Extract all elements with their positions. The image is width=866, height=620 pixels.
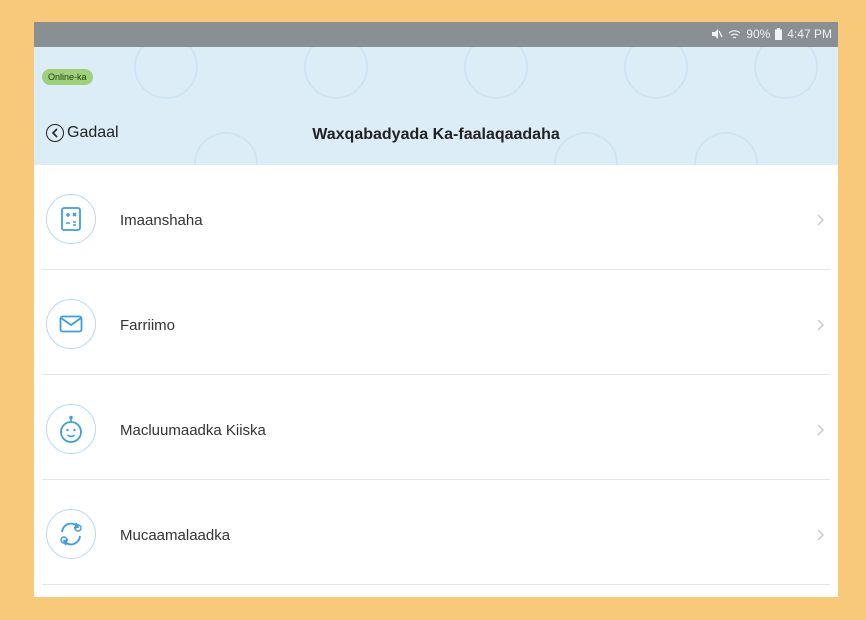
- baby-face-icon: [46, 404, 96, 454]
- battery-percent: 90%: [746, 27, 771, 41]
- device-screen: 90% 4:47 PM Online-ka Gadaal Waxqabadyad…: [34, 22, 838, 597]
- menu-item-mucaamalaadka[interactable]: Mucaamalaadka: [42, 480, 830, 585]
- menu-list: Imaanshaha Farriimo Macluumaadka Kiiska: [34, 165, 838, 585]
- decoration-circle: [754, 47, 818, 99]
- chevron-right-icon: [816, 423, 824, 441]
- chevron-right-icon: [816, 318, 824, 336]
- menu-item-farriimo[interactable]: Farriimo: [42, 270, 830, 375]
- calculator-icon: [46, 194, 96, 244]
- status-icons: 90% 4:47 PM: [711, 27, 832, 41]
- chevron-right-icon: [816, 213, 824, 231]
- wifi-icon: [728, 29, 741, 40]
- menu-item-imaanshaha[interactable]: Imaanshaha: [42, 165, 830, 270]
- battery-icon: [775, 28, 783, 40]
- envelope-icon: [46, 299, 96, 349]
- decoration-circle: [464, 47, 528, 99]
- decoration-circle: [134, 47, 198, 99]
- page-title: Waxqabadyada Ka-faalaqaadaha: [312, 126, 560, 143]
- menu-item-label: Mucaamalaadka: [120, 527, 231, 544]
- menu-item-macluumaadka-kiiska[interactable]: Macluumaadka Kiiska: [42, 375, 830, 480]
- decoration-circle: [304, 47, 368, 99]
- menu-item-label: Macluumaadka Kiiska: [120, 422, 266, 439]
- app-header: Online-ka Gadaal Waxqabadyada Ka-faalaqa…: [34, 47, 838, 165]
- menu-item-label: Imaanshaha: [120, 212, 203, 229]
- exchange-icon: [46, 509, 96, 559]
- clock: 4:47 PM: [787, 27, 832, 41]
- decoration-circle: [624, 47, 688, 99]
- chevron-right-icon: [816, 528, 824, 546]
- status-bar: 90% 4:47 PM: [34, 22, 838, 47]
- menu-item-label: Farriimo: [120, 317, 175, 334]
- online-badge: Online-ka: [42, 69, 93, 85]
- mute-icon: [711, 28, 723, 40]
